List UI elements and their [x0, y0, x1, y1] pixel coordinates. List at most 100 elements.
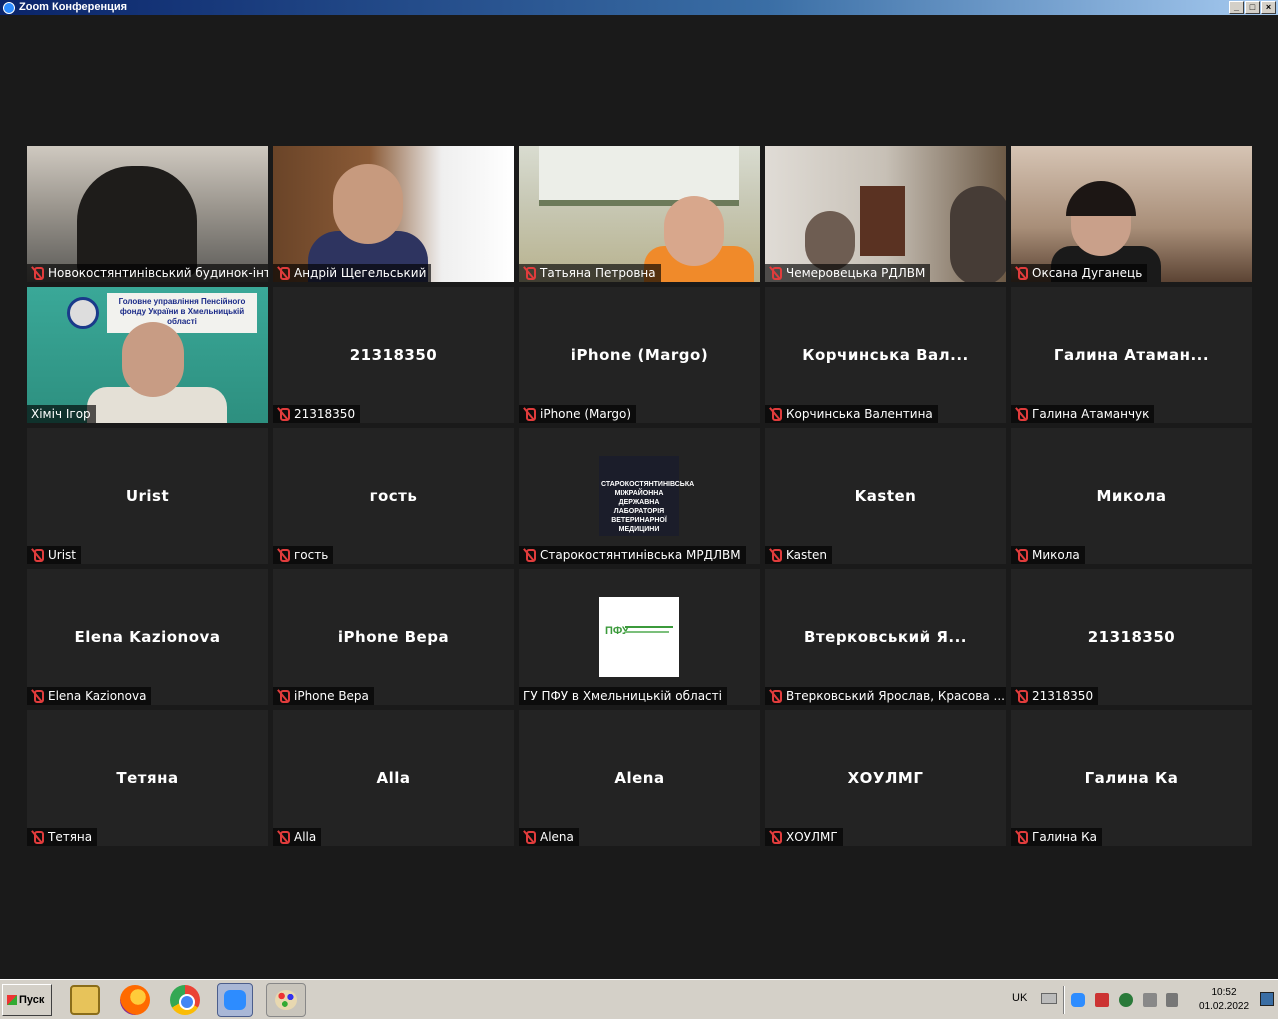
- participant-tile[interactable]: iPhone Вера iPhone Вера: [273, 569, 514, 705]
- mic-muted-icon: [769, 266, 782, 280]
- mic-muted-icon: [769, 407, 782, 421]
- mic-muted-icon: [1015, 266, 1028, 280]
- participant-label: Корчинська Валентина: [765, 405, 938, 423]
- mic-muted-icon: [1015, 830, 1028, 844]
- participant-tile[interactable]: Kasten Kasten: [765, 428, 1006, 564]
- participant-tile[interactable]: 21318350 21318350: [273, 287, 514, 423]
- participant-tile[interactable]: 21318350 21318350: [1011, 569, 1252, 705]
- participant-tile[interactable]: Татьяна Петровна: [519, 146, 760, 282]
- participant-tile[interactable]: Галина Атаман... Галина Атаманчук: [1011, 287, 1252, 423]
- participant-tile[interactable]: Новокостянтинівський будинок-інт...: [27, 146, 268, 282]
- participant-tile[interactable]: Галина Ка Галина Ка: [1011, 710, 1252, 846]
- participant-display-name: iPhone Вера: [337, 628, 450, 646]
- participant-name: 21318350: [294, 407, 356, 421]
- participant-tile[interactable]: Андрій Щегельський: [273, 146, 514, 282]
- mic-muted-icon: [277, 689, 290, 703]
- participant-video: [273, 146, 514, 282]
- participant-name: ГУ ПФУ в Хмельницькій області: [523, 689, 722, 703]
- clock-time: 10:52: [1211, 987, 1237, 998]
- participant-display-name: 21318350: [349, 346, 438, 364]
- participant-display-name: Alla: [376, 769, 411, 787]
- participant-tile[interactable]: ПФУ ГУ ПФУ в Хмельницькій області: [519, 569, 760, 705]
- paint-icon[interactable]: [266, 983, 306, 1017]
- participant-label: Татьяна Петровна: [519, 264, 661, 282]
- close-button[interactable]: ×: [1261, 1, 1276, 14]
- mic-muted-icon: [31, 548, 44, 562]
- mic-muted-icon: [523, 830, 536, 844]
- participant-tile[interactable]: гость гость: [273, 428, 514, 564]
- tray-divider: [1063, 986, 1065, 1014]
- chrome-icon[interactable]: [170, 985, 200, 1015]
- security-tray-icon[interactable]: [1095, 993, 1109, 1007]
- participant-label: ХОУЛМГ: [765, 828, 843, 846]
- mic-muted-icon: [769, 548, 782, 562]
- participant-video: [765, 146, 1006, 282]
- firefox-icon[interactable]: [120, 985, 150, 1015]
- mic-muted-icon: [31, 689, 44, 703]
- participant-tile[interactable]: Alena Alena: [519, 710, 760, 846]
- participant-tile[interactable]: Urist Urist: [27, 428, 268, 564]
- participant-name: Оксана Дуганець: [1032, 266, 1143, 280]
- participant-tile[interactable]: Микола Микола: [1011, 428, 1252, 564]
- keyboard-icon[interactable]: [1041, 993, 1057, 1004]
- window-title: Zoom Конференция: [19, 1, 128, 13]
- zoom-tray-icon[interactable]: [1071, 993, 1085, 1007]
- participant-label: 21318350: [1011, 687, 1099, 705]
- participant-name: Тетяна: [48, 830, 93, 844]
- participant-tile[interactable]: Втерковський Я... Втерковський Ярослав, …: [765, 569, 1006, 705]
- system-clock[interactable]: 10:52 01.02.2022: [1192, 986, 1256, 1014]
- participant-label: iPhone Вера: [273, 687, 374, 705]
- participant-display-name: Галина Атаман...: [1053, 346, 1210, 364]
- participant-display-name: iPhone (Margo): [570, 346, 709, 364]
- participant-tile[interactable]: iPhone (Margo) iPhone (Margo): [519, 287, 760, 423]
- participant-tile[interactable]: Корчинська Вал... Корчинська Валентина: [765, 287, 1006, 423]
- participant-tile-active-speaker[interactable]: Головне управління Пенсійного фонду Укра…: [27, 287, 268, 423]
- participant-name: Корчинська Валентина: [786, 407, 933, 421]
- clock-date: 01.02.2022: [1198, 1001, 1250, 1012]
- mic-muted-icon: [769, 830, 782, 844]
- profile-picture: ПФУ: [599, 597, 679, 677]
- zoom-icon[interactable]: [217, 983, 253, 1017]
- participant-tile[interactable]: Чемеровецька РДЛВМ: [765, 146, 1006, 282]
- participant-display-name: 21318350: [1087, 628, 1176, 646]
- participant-video: Головне управління Пенсійного фонду Укра…: [27, 287, 268, 423]
- participant-tile[interactable]: ХОУЛМГ ХОУЛМГ: [765, 710, 1006, 846]
- participant-tile[interactable]: Оксана Дуганець: [1011, 146, 1252, 282]
- participant-name: Микола: [1032, 548, 1080, 562]
- participant-name: Kasten: [786, 548, 827, 562]
- volume-icon[interactable]: [1166, 993, 1178, 1007]
- participant-name: Галина Атаманчук: [1032, 407, 1150, 421]
- participant-display-name: Галина Ка: [1084, 769, 1179, 787]
- participant-name: Новокостянтинівський будинок-інт...: [48, 266, 268, 280]
- participant-tile[interactable]: Тетяна Тетяна: [27, 710, 268, 846]
- participant-tile[interactable]: Elena Kazionova Elena Kazionova: [27, 569, 268, 705]
- wall-sign: Головне управління Пенсійного фонду Укра…: [107, 293, 257, 333]
- participant-label: Тетяна: [27, 828, 98, 846]
- language-indicator[interactable]: UK: [1012, 992, 1027, 1004]
- participant-name: Чемеровецька РДЛВМ: [786, 266, 926, 280]
- participant-label: Alla: [273, 828, 322, 846]
- explorer-icon[interactable]: [70, 985, 100, 1015]
- participant-display-name: ХОУЛМГ: [847, 769, 924, 787]
- browser-tray-icon[interactable]: [1119, 993, 1133, 1007]
- participant-label: Андрій Щегельський: [273, 264, 432, 282]
- window-titlebar[interactable]: Zoom Конференция _ □ ×: [0, 0, 1278, 15]
- maximize-button[interactable]: □: [1245, 1, 1260, 14]
- participant-label: Втерковський Ярослав, Красова ...: [765, 687, 1006, 705]
- minimize-button[interactable]: _: [1229, 1, 1244, 14]
- network-tray-icon[interactable]: [1143, 993, 1157, 1007]
- mic-muted-icon: [523, 548, 536, 562]
- participant-tile[interactable]: СТАРОКОСТЯНТИНІВСЬКА МІЖРАЙОННА ДЕРЖАВНА…: [519, 428, 760, 564]
- taskbar: Пуск UK 10:52 01.02.2022: [0, 979, 1278, 1019]
- participant-display-name: Микола: [1096, 487, 1167, 505]
- start-button[interactable]: Пуск: [2, 984, 52, 1016]
- plaque-text: СТАРОКОСТЯНТИНІВСЬКА МІЖРАЙОННА ДЕРЖАВНА…: [601, 481, 695, 533]
- participant-name: Хіміч Ігор: [31, 407, 91, 421]
- participant-video: [519, 146, 760, 282]
- mic-muted-icon: [1015, 689, 1028, 703]
- participant-name: Alla: [294, 830, 317, 844]
- participant-tile[interactable]: Alla Alla: [273, 710, 514, 846]
- show-desktop-icon[interactable]: [1260, 992, 1274, 1006]
- mic-muted-icon: [277, 407, 290, 421]
- participant-label: 21318350: [273, 405, 361, 423]
